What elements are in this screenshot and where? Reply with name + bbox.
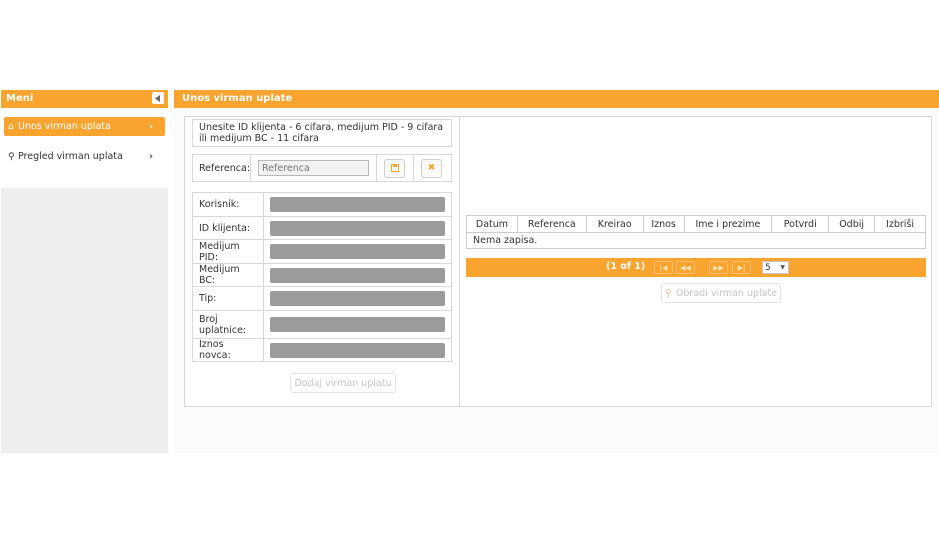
- save-button[interactable]: [384, 158, 405, 178]
- divider: [413, 155, 414, 181]
- field-label: Tip:: [192, 286, 264, 311]
- search-icon: ⚲: [8, 151, 15, 162]
- broj-uplatnice-field: [270, 317, 445, 332]
- prev-page-icon: ◀◀: [680, 263, 691, 272]
- form-row-id-klijenta: ID klijenta:: [192, 216, 452, 240]
- paginator: (1 of 1) |◀ ◀◀ ▶▶ ▶| 5 ▼: [466, 258, 926, 277]
- page-indicator: (1 of 1): [606, 261, 646, 272]
- sidebar-item-label: Pregled virman uplata: [18, 151, 123, 162]
- payments-table: Datum Referenca Kreirao Iznos Ime i prez…: [466, 215, 926, 249]
- panel-header: Unos virman uplate: [174, 90, 939, 108]
- next-page-button[interactable]: ▶▶: [709, 261, 728, 274]
- field-label: Iznos novca:: [192, 338, 264, 362]
- sidebar-header: Meni: [1, 90, 168, 108]
- form-row-korisnik: Korisnik:: [192, 192, 452, 217]
- sidebar: Meni ⌂ Unos virman uplata › ⚲ Pregled vi…: [1, 90, 168, 453]
- next-page-icon: ▶▶: [713, 263, 724, 272]
- form-row-iznos-novca: Iznos novca:: [192, 338, 452, 362]
- iznos-novca-field: [270, 342, 445, 358]
- field-label: Korisnik:: [192, 192, 264, 217]
- info-message: Unesite ID klijenta - 6 cifara, medijum …: [192, 119, 452, 147]
- chevron-down-icon: ▼: [780, 264, 785, 271]
- medijum-bc-field: [270, 267, 445, 283]
- process-payments-label: Obradi virman uplate: [675, 287, 778, 299]
- reference-row: Referenca: ✖: [192, 154, 452, 182]
- field-label: Medijum BC:: [192, 263, 264, 287]
- column-header-ime-i-prezime[interactable]: Ime i prezime: [683, 215, 773, 233]
- last-page-button[interactable]: ▶|: [732, 261, 751, 274]
- divider: [376, 155, 377, 181]
- client-details-form: Korisnik: ID klijenta: Medijum PID: Medi…: [192, 192, 452, 362]
- close-icon: ✖: [427, 163, 436, 173]
- column-header-izbrisi[interactable]: Izbriši: [874, 215, 926, 233]
- field-label: Medijum PID:: [192, 239, 264, 264]
- column-header-datum[interactable]: Datum: [466, 215, 518, 233]
- field-label: Broj uplatnice:: [192, 310, 264, 339]
- medijum-pid-field: [270, 244, 445, 259]
- form-row-tip: Tip:: [192, 286, 452, 311]
- chevron-right-icon: ›: [149, 121, 153, 132]
- chevron-right-icon: ›: [149, 151, 153, 162]
- sidebar-item-pregled-virman-uplata[interactable]: ⚲ Pregled virman uplata ›: [4, 147, 165, 166]
- form-row-medijum-pid: Medijum PID:: [192, 239, 452, 264]
- column-header-iznos[interactable]: Iznos: [642, 215, 685, 233]
- sidebar-item-label: Unos virman uplata: [18, 121, 111, 132]
- sidebar-item-unos-virman-uplata[interactable]: ⌂ Unos virman uplata ›: [4, 117, 165, 136]
- sidebar-menu: ⌂ Unos virman uplata › ⚲ Pregled virman …: [1, 108, 168, 188]
- page-title: Unos virman uplate: [182, 93, 293, 104]
- table-row: Nema zapisa.: [466, 232, 926, 249]
- field-label: ID klijenta:: [192, 216, 264, 240]
- save-icon: [390, 164, 399, 172]
- column-header-kreirao[interactable]: Kreirao: [585, 215, 644, 233]
- column-header-referenca[interactable]: Referenca: [516, 215, 587, 233]
- form-row-broj-uplatnice: Broj uplatnice:: [192, 310, 452, 339]
- reference-label: Referenca:: [193, 155, 251, 181]
- first-page-button[interactable]: |◀: [654, 261, 673, 274]
- korisnik-field: [270, 197, 445, 212]
- column-header-potvrdi[interactable]: Potvrdi: [771, 215, 830, 233]
- table-header-row: Datum Referenca Kreirao Iznos Ime i prez…: [466, 215, 926, 233]
- search-icon: ⚲: [664, 287, 672, 299]
- clear-button[interactable]: ✖: [421, 158, 442, 178]
- home-icon: ⌂: [8, 121, 14, 132]
- sidebar-title: Meni: [6, 93, 34, 104]
- content-box: Unesite ID klijenta - 6 cifara, medijum …: [184, 116, 932, 407]
- tip-field: [270, 291, 445, 306]
- panel-body: Unesite ID klijenta - 6 cifara, medijum …: [174, 108, 939, 453]
- collapse-sidebar-button[interactable]: [152, 92, 164, 104]
- add-payment-button[interactable]: Dodaj virman uplatu: [290, 373, 396, 393]
- page-size-select[interactable]: 5 ▼: [762, 261, 789, 274]
- last-page-icon: ▶|: [737, 263, 746, 272]
- page-size-value: 5: [765, 262, 771, 273]
- caret-left-icon: [155, 94, 160, 102]
- empty-message: Nema zapisa.: [466, 232, 926, 249]
- process-payments-button[interactable]: ⚲ Obradi virman uplate: [661, 283, 781, 303]
- column-header-odbij[interactable]: Odbij: [828, 215, 876, 233]
- reference-input[interactable]: [258, 160, 369, 176]
- first-page-icon: |◀: [659, 263, 668, 272]
- form-row-medijum-bc: Medijum BC:: [192, 263, 452, 287]
- id-klijenta-field: [270, 220, 445, 236]
- prev-page-button[interactable]: ◀◀: [676, 261, 695, 274]
- form-column: Unesite ID klijenta - 6 cifara, medijum …: [185, 117, 460, 406]
